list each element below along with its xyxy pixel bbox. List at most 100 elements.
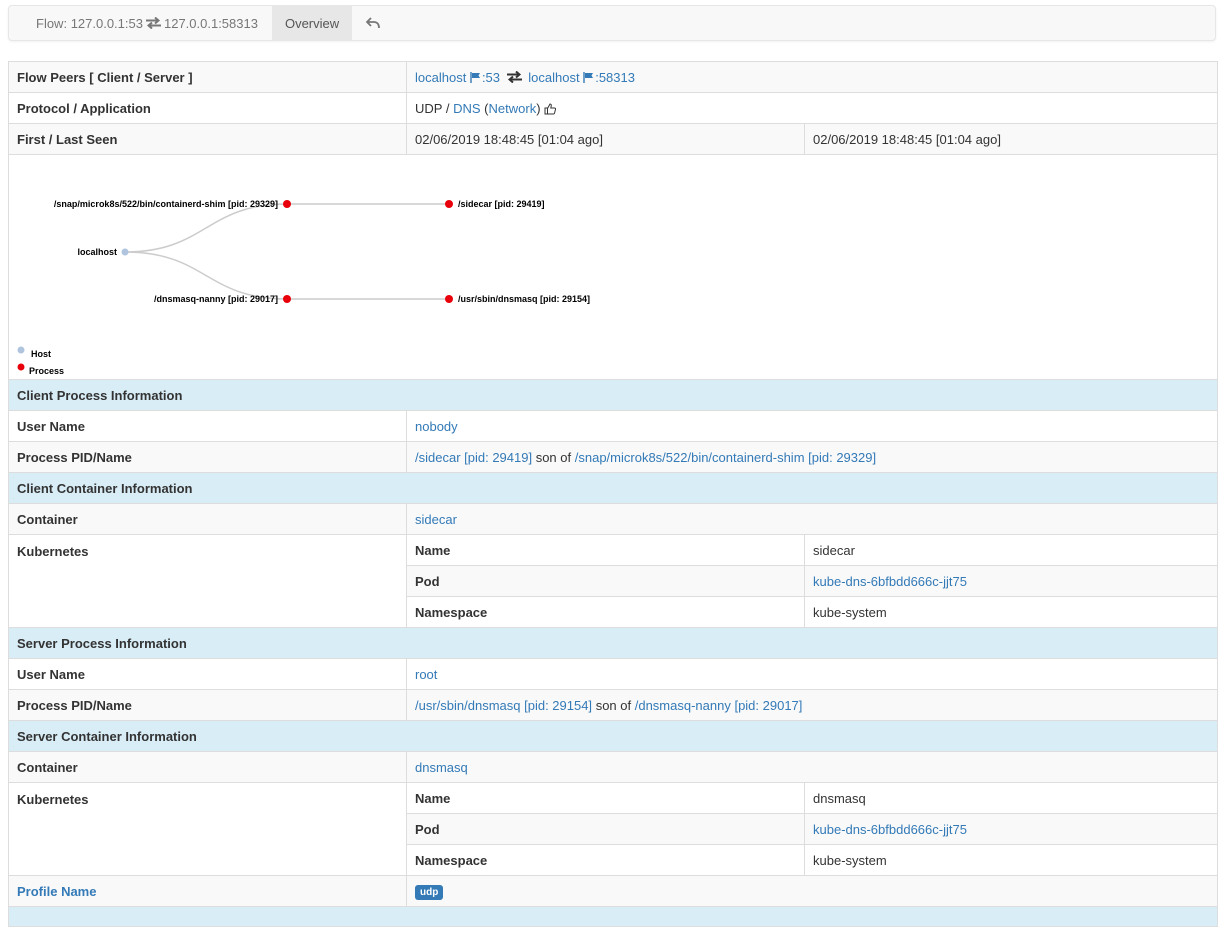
client-host-link[interactable]: localhost <box>415 70 466 85</box>
server-kube-pod-label: Pod <box>406 813 805 845</box>
client-kube-name: sidecar <box>804 534 1218 566</box>
son-of-text: son of <box>535 449 572 465</box>
client-user-row: User Name nobody <box>8 410 1218 442</box>
client-container-label: Container <box>8 503 407 535</box>
client-process-section-title: Client Process Information <box>8 379 1218 411</box>
graph-node-client_parent[interactable] <box>283 200 291 208</box>
graph-node-client_proc[interactable] <box>445 200 453 208</box>
profile-name-link[interactable]: Profile Name <box>17 884 96 899</box>
protocol-value: UDP / DNS (Network) <box>406 92 1218 124</box>
client-pid-label: Process PID/Name <box>8 441 407 473</box>
process-graph-row: localhost/snap/microk8s/522/bin/containe… <box>8 154 1218 380</box>
server-pid-row: Process PID/Name /usr/sbin/dnsmasq [pid:… <box>8 689 1218 721</box>
client-kube-pod-link[interactable]: kube-dns-6bfbdd666c-jjt75 <box>813 574 967 589</box>
graph-label-client_proc: /sidecar [pid: 29419] <box>458 199 545 209</box>
flow-peers-label: Flow Peers [ Client / Server ] <box>8 61 407 93</box>
server-container-section-title: Server Container Information <box>8 720 1218 752</box>
server-pid-label: Process PID/Name <box>8 689 407 721</box>
server-process-section: Server Process Information <box>8 627 1218 659</box>
back-button[interactable] <box>352 6 394 40</box>
client-proc-link[interactable]: /sidecar [pid: 29419] <box>415 450 532 465</box>
client-kube-label: Kubernetes <box>8 534 407 628</box>
server-kube-name-label: Name <box>406 782 805 814</box>
graph-node-server_parent[interactable] <box>283 295 291 303</box>
client-container-section-title: Client Container Information <box>8 472 1218 504</box>
server-user-link[interactable]: root <box>415 667 437 682</box>
graph-links <box>124 203 449 300</box>
flow-client: 127.0.0.1:53 <box>70 15 143 31</box>
legend-host-label: Host <box>31 349 51 359</box>
app-protocol-link[interactable]: DNS <box>453 101 480 116</box>
thumbs-up-icon <box>544 102 557 114</box>
server-kube-ns: kube-system <box>804 844 1218 876</box>
server-host-link[interactable]: localhost <box>528 70 579 85</box>
flow-title: Flow: 127.0.0.1:53 127.0.0.1:58313 <box>9 6 272 40</box>
server-kube-label: Kubernetes <box>8 782 407 876</box>
server-port-link[interactable]: :58313 <box>595 70 635 85</box>
paren-close: ) <box>536 100 541 116</box>
legend-process-dot <box>17 363 25 371</box>
process-graph-cell: localhost/snap/microk8s/522/bin/containe… <box>8 154 1218 380</box>
graph-link-host-server_parent <box>124 251 288 300</box>
tab-overview[interactable]: Overview <box>271 6 353 40</box>
graph-link-host-client_parent <box>124 203 288 253</box>
graph-label-client_parent: /snap/microk8s/522/bin/containerd-shim [… <box>54 199 278 209</box>
seen-label: First / Last Seen <box>8 123 407 155</box>
server-user-row: User Name root <box>8 658 1218 690</box>
son-of-text: son of <box>595 697 632 713</box>
server-container-row: Container dnsmasq <box>8 751 1218 783</box>
client-kube-name-label: Name <box>406 534 805 566</box>
protocol-row: Protocol / Application UDP / DNS (Networ… <box>8 92 1218 124</box>
client-user-label: User Name <box>8 410 407 442</box>
flow-peers-row: Flow Peers [ Client / Server ] localhost… <box>8 61 1218 93</box>
server-container-link[interactable]: dnsmasq <box>415 760 468 775</box>
client-pid-row: Process PID/Name /sidecar [pid: 29419] s… <box>8 441 1218 473</box>
server-parent-link[interactable]: /dnsmasq-nanny [pid: 29017] <box>635 698 803 713</box>
graph-label-host: localhost <box>77 247 117 257</box>
flow-details-table: Flow Peers [ Client / Server ] localhost… <box>8 61 1218 927</box>
flag-icon <box>470 71 480 83</box>
graph-node-server_proc[interactable] <box>445 295 453 303</box>
bottom-section-cell <box>8 906 1218 927</box>
server-proc-link[interactable]: /usr/sbin/dnsmasq [pid: 29154] <box>415 698 592 713</box>
client-kube-ns-label: Namespace <box>406 596 805 628</box>
graph-label-server_parent: /dnsmasq-nanny [pid: 29017] <box>154 294 278 304</box>
server-kube-name: dnsmasq <box>804 782 1218 814</box>
client-container-row: Container sidecar <box>8 503 1218 535</box>
last-seen: 02/06/2019 18:48:45 [01:04 ago] <box>804 123 1218 155</box>
graph-label-server_proc: /usr/sbin/dnsmasq [pid: 29154] <box>458 294 590 304</box>
graph-node-host[interactable] <box>121 248 129 256</box>
client-container-link[interactable]: sidecar <box>415 512 457 527</box>
server-container-label: Container <box>8 751 407 783</box>
legend-process-label: Process <box>29 366 64 376</box>
server-kube-pod-link[interactable]: kube-dns-6bfbdd666c-jjt75 <box>813 822 967 837</box>
client-parent-link[interactable]: /snap/microk8s/522/bin/containerd-shim [… <box>575 450 876 465</box>
client-container-section: Client Container Information <box>8 472 1218 504</box>
top-navbar: Flow: 127.0.0.1:53 127.0.0.1:58313 Overv… <box>8 5 1216 41</box>
profile-badge: udp <box>415 884 444 900</box>
reply-icon <box>366 17 381 29</box>
server-kube-name-row: Kubernetes Name dnsmasq <box>8 782 1218 876</box>
client-kube-name-row: Kubernetes Name sidecar <box>8 534 1218 628</box>
profile-row: Profile Name udp <box>8 875 1218 907</box>
client-port-link[interactable]: :53 <box>482 70 500 85</box>
server-pid-value: /usr/sbin/dnsmasq [pid: 29154] son of /d… <box>406 689 1218 721</box>
client-kube-pod-label: Pod <box>406 565 805 597</box>
exchange-icon <box>506 70 522 83</box>
server-process-section-title: Server Process Information <box>8 627 1218 659</box>
l4-protocol: UDP <box>415 100 443 116</box>
legend-host-dot <box>17 346 25 354</box>
flag-icon <box>583 71 594 83</box>
client-kube-ns: kube-system <box>804 596 1218 628</box>
client-pid-value: /sidecar [pid: 29419] son of /snap/micro… <box>406 441 1218 473</box>
server-container-section: Server Container Information <box>8 720 1218 752</box>
server-user-label: User Name <box>8 658 407 690</box>
bottom-section-row <box>8 906 1218 927</box>
graph-legend: Host Process <box>17 346 64 376</box>
category-link[interactable]: Network <box>489 101 537 116</box>
client-user-link[interactable]: nobody <box>415 419 458 434</box>
server-kube-ns-label: Namespace <box>406 844 805 876</box>
process-tree-graph: localhost/snap/microk8s/522/bin/containe… <box>17 199 590 376</box>
protocol-separator: / <box>445 100 450 116</box>
flow-label: Flow: <box>36 15 68 31</box>
